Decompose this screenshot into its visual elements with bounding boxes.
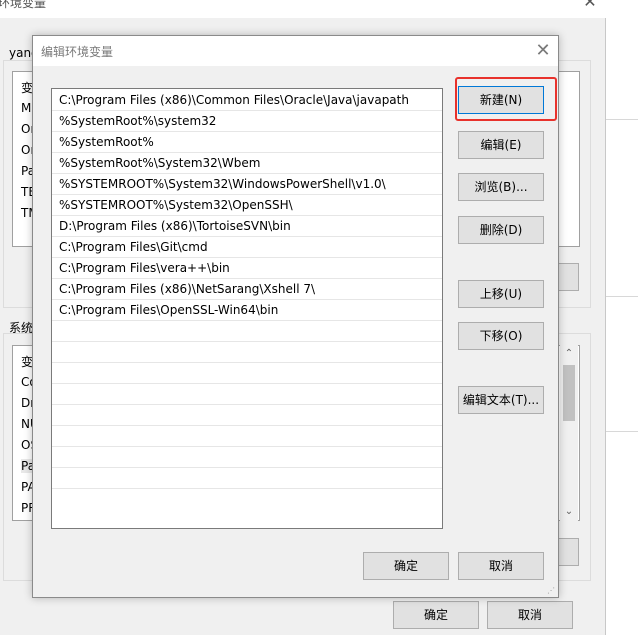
path-text: D:\Program Files (x86)\TortoiseSVN\bin	[59, 219, 291, 233]
path-row[interactable]: D:\Program Files (x86)\TortoiseSVN\bin	[52, 216, 442, 237]
bg-cancel-button[interactable]: 取消	[487, 601, 573, 629]
empty-row[interactable]	[52, 363, 442, 384]
path-text: %SYSTEMROOT%\System32\OpenSSH\	[59, 198, 293, 212]
delete-button[interactable]: 删除(D)	[458, 216, 544, 244]
move-down-button[interactable]: 下移(O)	[458, 322, 544, 350]
empty-row[interactable]	[52, 447, 442, 468]
empty-row[interactable]	[52, 405, 442, 426]
path-row[interactable]: C:\Program Files (x86)\Common Files\Orac…	[52, 90, 442, 111]
empty-row[interactable]	[52, 384, 442, 405]
scroll-thumb[interactable]	[563, 365, 575, 421]
path-row[interactable]: C:\Program Files\vera++\bin	[52, 258, 442, 279]
empty-row[interactable]	[52, 321, 442, 342]
desktop-strip	[606, 0, 638, 635]
path-row[interactable]: %SystemRoot%\system32	[52, 111, 442, 132]
path-row[interactable]: C:\Program Files\Git\cmd	[52, 237, 442, 258]
cancel-button[interactable]: 取消	[458, 552, 544, 580]
divider	[606, 119, 638, 120]
system-list-scrollbar[interactable]: ⌃ ⌄	[560, 345, 578, 521]
bg-window-title: 环境变量	[0, 0, 47, 10]
path-text: %SystemRoot%\system32	[59, 114, 217, 128]
path-text: C:\Program Files (x86)\Common Files\Orac…	[59, 93, 409, 107]
path-text: C:\Program Files\vera++\bin	[59, 261, 230, 275]
path-text: C:\Program Files\OpenSSL-Win64\bin	[59, 303, 279, 317]
path-row[interactable]: %SystemRoot%	[52, 132, 442, 153]
path-row[interactable]: %SystemRoot%\System32\Wbem	[52, 153, 442, 174]
browse-button[interactable]: 浏览(B)...	[458, 173, 544, 201]
path-row[interactable]: %SYSTEMROOT%\System32\OpenSSH\	[52, 195, 442, 216]
divider	[606, 431, 638, 432]
path-text: %SYSTEMROOT%\System32\WindowsPowerShell\…	[59, 177, 386, 191]
edit-button[interactable]: 编辑(E)	[458, 131, 544, 159]
empty-row[interactable]	[52, 489, 442, 510]
empty-row[interactable]	[52, 426, 442, 447]
divider	[606, 296, 638, 297]
new-button[interactable]: 新建(N)	[458, 86, 544, 114]
scroll-up-icon[interactable]: ⌃	[560, 345, 578, 362]
path-list[interactable]: C:\Program Files (x86)\Common Files\Orac…	[51, 88, 443, 529]
close-icon[interactable]: ✕	[531, 39, 555, 63]
empty-row[interactable]	[52, 342, 442, 363]
path-text: %SystemRoot%	[59, 135, 154, 149]
empty-row[interactable]	[52, 468, 442, 489]
bg-close-icon[interactable]: ✕	[580, 0, 600, 12]
dialog-titlebar: 编辑环境变量 ✕	[33, 36, 558, 66]
path-row[interactable]: C:\Program Files\OpenSSL-Win64\bin	[52, 300, 442, 321]
path-text: %SystemRoot%\System32\Wbem	[59, 156, 261, 170]
path-row[interactable]: %SYSTEMROOT%\System32\WindowsPowerShell\…	[52, 174, 442, 195]
path-text: C:\Program Files (x86)\NetSarang\Xshell …	[59, 282, 316, 296]
resize-grip-icon[interactable]: ⋰	[547, 587, 557, 597]
edit-text-button[interactable]: 编辑文本(T)...	[458, 386, 544, 414]
edit-environment-variable-dialog: 编辑环境变量 ✕ C:\Program Files (x86)\Common F…	[32, 35, 559, 598]
scroll-down-icon[interactable]: ⌄	[560, 503, 578, 520]
dialog-title: 编辑环境变量	[41, 45, 114, 59]
path-row[interactable]: C:\Program Files (x86)\NetSarang\Xshell …	[52, 279, 442, 300]
bg-ok-button[interactable]: 确定	[393, 601, 479, 629]
list-item[interactable]: M	[21, 101, 31, 115]
ok-button[interactable]: 确定	[363, 552, 449, 580]
move-up-button[interactable]: 上移(U)	[458, 280, 544, 308]
bg-titlebar: 环境变量 ✕	[0, 0, 606, 18]
path-text: C:\Program Files\Git\cmd	[59, 240, 208, 254]
